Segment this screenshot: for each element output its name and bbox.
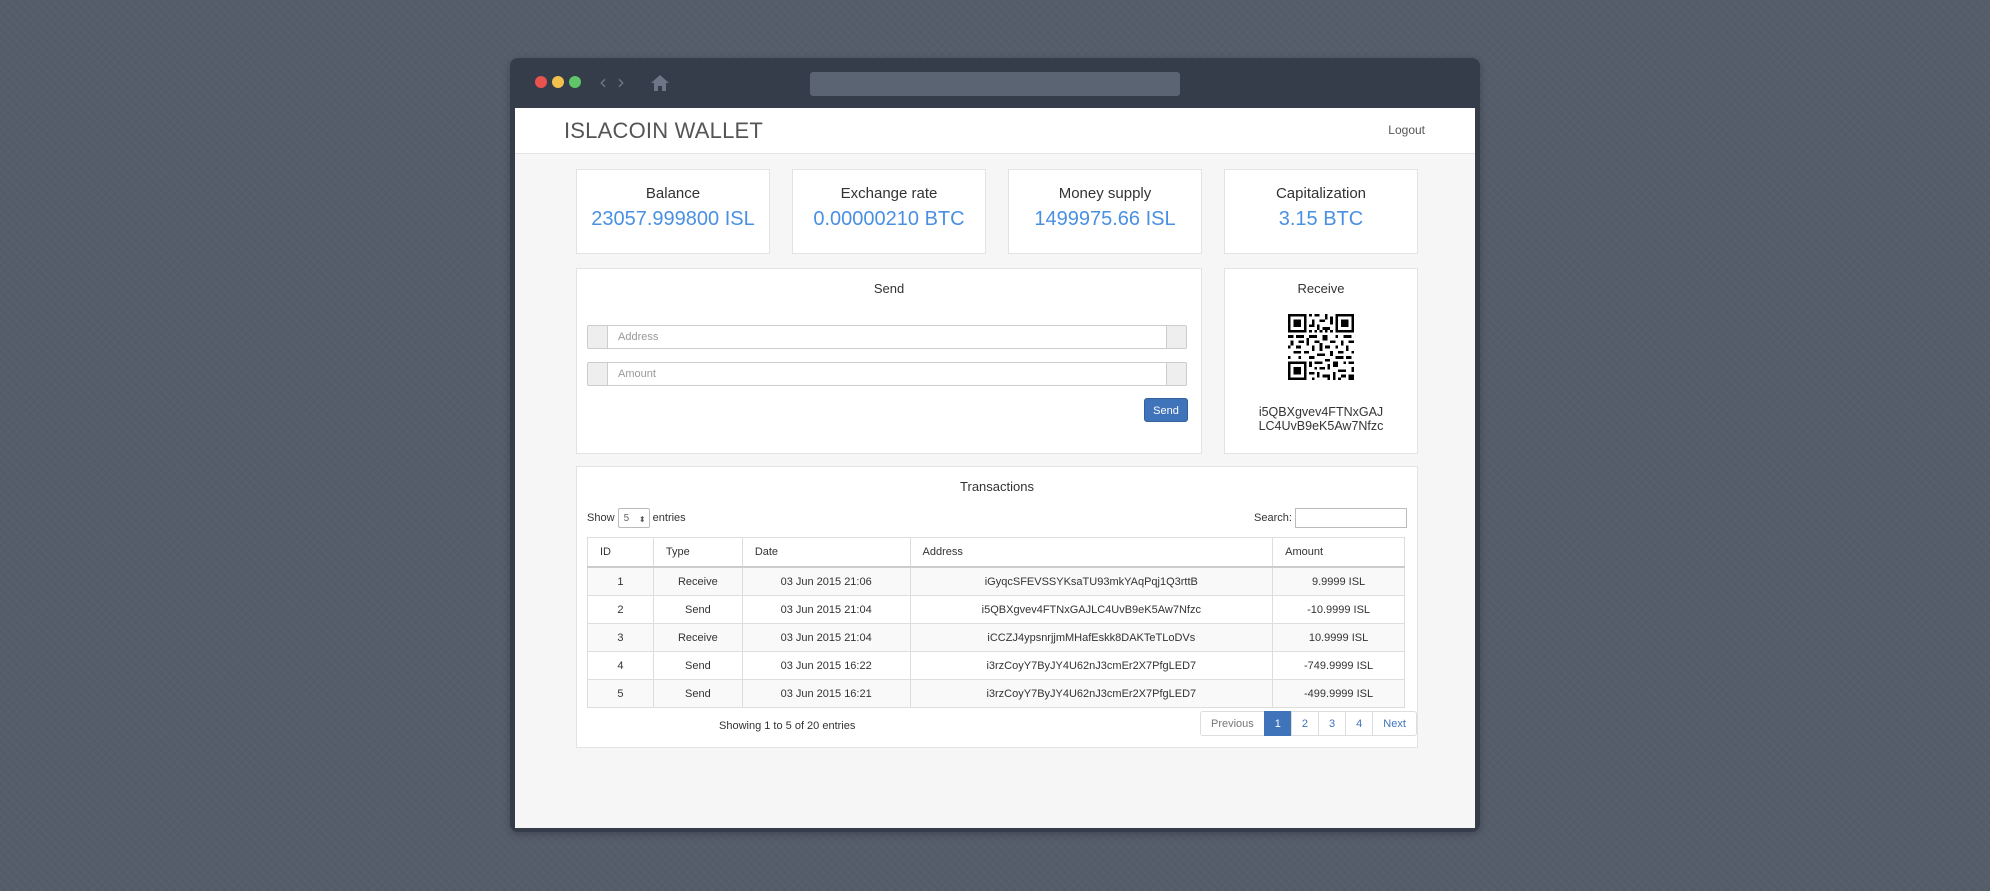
transactions-panel: Transactions Show 5 ⬍ entries Search: ID … xyxy=(576,466,1418,748)
stat-title: Balance xyxy=(645,185,701,202)
stat-card-exchange-rate: Exchange rate 0.00000210 BTC xyxy=(792,169,986,254)
brand-title: ISLACOIN WALLET xyxy=(564,118,764,143)
logout-link[interactable]: Logout xyxy=(1388,123,1425,137)
stat-card-capitalization: Capitalization 3.15 BTC xyxy=(1224,169,1418,254)
receive-panel-title: Receive xyxy=(1297,281,1345,296)
column-header-id[interactable]: ID xyxy=(587,537,654,568)
transactions-table: ID Type Date Address Amount 1 Receive 03… xyxy=(587,537,1405,708)
search-input[interactable] xyxy=(1295,508,1407,528)
column-header-date[interactable]: Date xyxy=(741,537,911,568)
page-length-select[interactable]: 5 ⬍ xyxy=(617,508,650,528)
amount-input[interactable]: Amount xyxy=(607,362,1167,386)
send-button[interactable]: Send xyxy=(1144,398,1188,422)
minimize-window-button[interactable] xyxy=(552,76,564,88)
stat-value: 23057.999800 ISL xyxy=(591,208,755,230)
stat-title: Exchange rate xyxy=(840,185,938,202)
receive-address-line: LC4UvB9eK5Aw7Nfzc xyxy=(1258,419,1384,433)
entries-label: entries xyxy=(652,511,686,524)
table-row: 3 Receive 03 Jun 2015 21:04 iCCZJ4ypsnrj… xyxy=(587,623,1405,652)
input-addon-right xyxy=(1166,362,1187,386)
close-window-button[interactable] xyxy=(535,76,547,88)
browser-window: ‹ › ISLACOIN WALLET Logout Balance 23057… xyxy=(510,58,1480,832)
table-row: 2 Send 03 Jun 2015 21:04 i5QBXgvev4FTNxG… xyxy=(587,595,1405,624)
input-addon-left xyxy=(587,362,608,386)
address-input-group: Address xyxy=(587,325,1187,349)
stat-card-balance: Balance 23057.999800 ISL xyxy=(576,169,770,254)
cell-date: 03 Jun 2015 16:21 xyxy=(741,679,911,708)
pagination-page-3[interactable]: 3 xyxy=(1318,711,1347,736)
show-label: Show xyxy=(587,511,615,524)
stat-title: Capitalization xyxy=(1275,185,1367,202)
stat-title: Money supply xyxy=(1058,185,1152,202)
column-header-amount[interactable]: Amount xyxy=(1272,537,1405,568)
column-header-type[interactable]: Type xyxy=(652,537,743,568)
stat-value: 1499975.66 ISL xyxy=(1034,208,1176,230)
cell-id: 4 xyxy=(587,651,654,680)
input-addon-left xyxy=(587,325,608,349)
cell-type: Receive xyxy=(652,566,743,596)
cell-address: iGyqcSFEVSSYKsaTU93mkYAqPqj1Q3rttB xyxy=(909,566,1274,596)
cell-id: 3 xyxy=(587,623,654,652)
cell-date: 03 Jun 2015 16:22 xyxy=(741,651,911,680)
chevron-left-icon[interactable]: ‹ xyxy=(599,72,607,92)
search-control: Search: xyxy=(1254,508,1407,528)
cell-date: 03 Jun 2015 21:06 xyxy=(741,566,911,596)
cell-address: i5QBXgvev4FTNxGAJLC4UvB9eK5Aw7Nfzc xyxy=(909,595,1274,624)
cell-address: i3rzCoyY7ByJY4U62nJ3cmEr2X7PfgLED7 xyxy=(909,679,1274,708)
cell-amount: -499.9999 ISL xyxy=(1272,679,1405,708)
select-caret-icon: ⬍ xyxy=(638,515,646,524)
address-input[interactable]: Address xyxy=(607,325,1167,349)
input-addon-right xyxy=(1166,325,1187,349)
maximize-window-button[interactable] xyxy=(569,76,581,88)
column-header-address[interactable]: Address xyxy=(909,537,1274,568)
table-row: 5 Send 03 Jun 2015 16:21 i3rzCoyY7ByJY4U… xyxy=(587,679,1405,708)
pagination-page-1[interactable]: 1 xyxy=(1263,711,1292,736)
chevron-right-icon[interactable]: › xyxy=(617,72,625,92)
transactions-title: Transactions xyxy=(960,479,1034,494)
send-panel-title: Send xyxy=(873,281,905,296)
cell-date: 03 Jun 2015 21:04 xyxy=(741,623,911,652)
cell-address: i3rzCoyY7ByJY4U62nJ3cmEr2X7PfgLED7 xyxy=(909,651,1274,680)
table-header-row: ID Type Date Address Amount xyxy=(587,537,1405,568)
cell-type: Send xyxy=(652,651,743,680)
cell-amount: -749.9999 ISL xyxy=(1272,651,1405,680)
cell-amount: -10.9999 ISL xyxy=(1272,595,1405,624)
table-row: 1 Receive 03 Jun 2015 21:06 iGyqcSFEVSSY… xyxy=(587,566,1405,596)
amount-input-group: Amount xyxy=(587,362,1187,386)
cell-amount: 10.9999 ISL xyxy=(1272,623,1405,652)
stat-card-money-supply: Money supply 1499975.66 ISL xyxy=(1008,169,1202,254)
pagination-previous[interactable]: Previous xyxy=(1200,711,1265,736)
receive-panel: Receive i5QBXgvev4FTNxGAJ LC4UvB9eK5Aw7N… xyxy=(1224,268,1418,454)
length-control: Show 5 ⬍ entries xyxy=(587,508,686,528)
stat-value: 3.15 BTC xyxy=(1278,208,1364,230)
receive-address: i5QBXgvev4FTNxGAJ LC4UvB9eK5Aw7Nfzc xyxy=(1225,405,1417,433)
page-length-value: 5 xyxy=(623,513,630,524)
pagination-page-2[interactable]: 2 xyxy=(1290,711,1320,736)
cell-date: 03 Jun 2015 21:04 xyxy=(741,595,911,624)
app-header: ISLACOIN WALLET Logout xyxy=(515,108,1475,154)
search-label: Search: xyxy=(1254,511,1292,524)
cell-id: 1 xyxy=(587,566,654,596)
address-bar[interactable] xyxy=(810,72,1180,96)
cell-type: Receive xyxy=(652,623,743,652)
table-info: Showing 1 to 5 of 20 entries xyxy=(719,720,856,732)
pagination: Previous 1 2 3 4 Next xyxy=(1200,711,1417,736)
cell-amount: 9.9999 ISL xyxy=(1272,566,1405,596)
send-panel: Send Address Amount Send xyxy=(576,268,1202,454)
cell-id: 2 xyxy=(587,595,654,624)
stat-value: 0.00000210 BTC xyxy=(813,208,965,230)
page-viewport: ISLACOIN WALLET Logout Balance 23057.999… xyxy=(515,108,1475,828)
receive-address-line: i5QBXgvev4FTNxGAJ xyxy=(1258,405,1384,419)
pagination-page-4[interactable]: 4 xyxy=(1345,711,1374,736)
browser-titlebar: ‹ › xyxy=(510,58,1480,108)
cell-address: iCCZJ4ypsnrjjmMHafEskk8DAKTeTLoDVs xyxy=(909,623,1274,652)
cell-type: Send xyxy=(652,679,743,708)
qr-code-icon xyxy=(1288,314,1354,380)
table-row: 4 Send 03 Jun 2015 16:22 i3rzCoyY7ByJY4U… xyxy=(587,651,1405,680)
cell-id: 5 xyxy=(587,679,654,708)
home-icon[interactable] xyxy=(649,72,671,94)
cell-type: Send xyxy=(652,595,743,624)
pagination-next[interactable]: Next xyxy=(1372,711,1417,736)
